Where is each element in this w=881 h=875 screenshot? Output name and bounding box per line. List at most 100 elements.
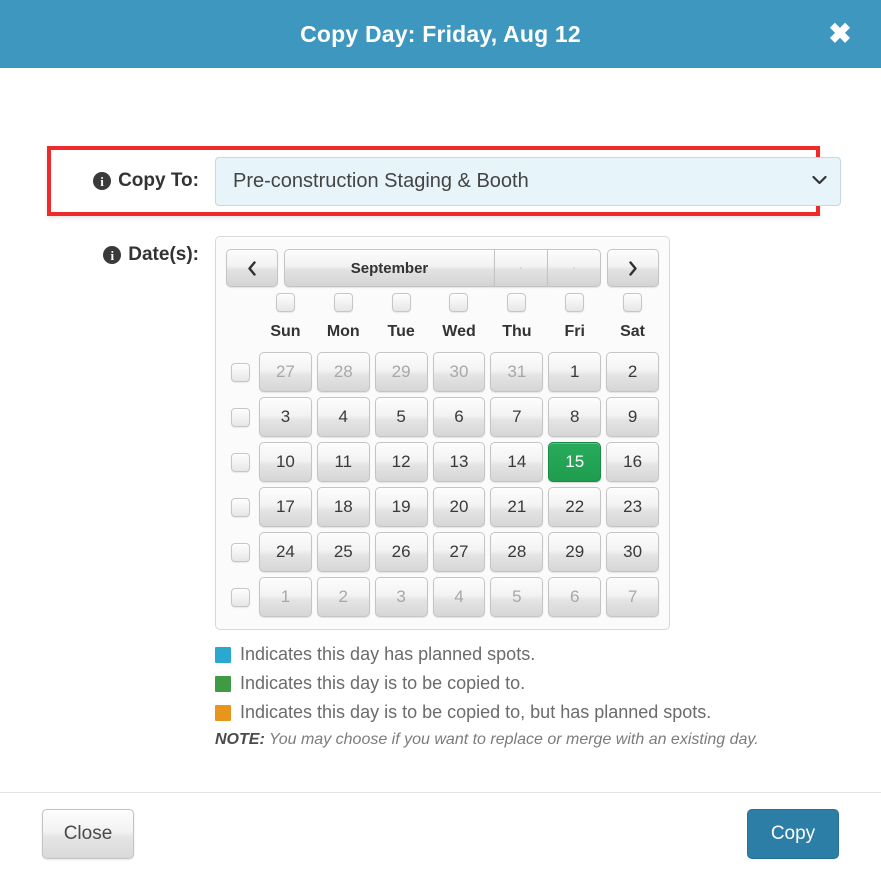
calendar-day[interactable]: 3 (259, 397, 312, 437)
info-icon: i (93, 172, 112, 190)
calendar-day[interactable]: 1 (259, 577, 312, 617)
close-icon[interactable]: ✖ (823, 17, 857, 51)
calendar-day[interactable]: 10 (259, 442, 312, 482)
column-checkbox-sat[interactable] (623, 293, 643, 312)
row-checkbox-week-3[interactable] (230, 452, 250, 472)
calendar-day[interactable]: 2 (316, 577, 370, 617)
row-checkbox-cell (226, 362, 254, 382)
calendar-day[interactable]: 9 (606, 397, 659, 437)
dow-header: Sat (620, 323, 646, 340)
month-year-group: September · · (284, 249, 601, 287)
calendar-day[interactable]: 27 (259, 352, 312, 392)
date-picker-calendar: September · · Sun Mon Tue Wed Thu Fri Sat 27 28 2… (215, 236, 670, 630)
calendar-day[interactable]: 6 (548, 577, 602, 617)
legend-note-prefix: NOTE: (215, 731, 265, 748)
dow-header: Thu (502, 323, 532, 340)
calendar-day[interactable]: 6 (432, 397, 486, 437)
column-checkbox-fri[interactable] (565, 293, 585, 312)
chevron-left-icon (248, 260, 256, 276)
column-checkbox-tue[interactable] (391, 293, 411, 312)
legend-note-text: You may choose if you want to replace or… (264, 731, 759, 748)
legend-label: Indicates this day has planned spots. (240, 644, 536, 664)
calendar-day[interactable]: 23 (606, 487, 659, 527)
calendar-day[interactable]: 4 (316, 397, 370, 437)
row-checkbox-cell (226, 587, 254, 607)
calendar-grid: Sun Mon Tue Wed Thu Fri Sat 27 28 29 30 31 1 2 3 4 5 6 7 8 9… (226, 293, 659, 617)
year-segment-a[interactable]: · (494, 249, 547, 287)
legend-item: Indicates this day has planned spots. (215, 644, 855, 665)
calendar-day[interactable]: 26 (374, 532, 428, 572)
column-checkbox-cell (548, 293, 601, 312)
calendar-day[interactable]: 29 (548, 532, 602, 572)
calendar-day[interactable]: 20 (432, 487, 486, 527)
copy-to-select-wrap: Pre-construction Staging & Booth (215, 156, 841, 206)
legend-item: Indicates this day is to be copied to. (215, 673, 855, 694)
calendar-day[interactable]: 11 (316, 442, 370, 482)
dates-label: i Date(s): (0, 236, 215, 266)
calendar-day[interactable]: 13 (432, 442, 486, 482)
column-checkbox-cell (259, 293, 312, 312)
calendar-day[interactable]: 17 (259, 487, 312, 527)
calendar-day[interactable]: 5 (490, 577, 544, 617)
close-button[interactable]: Close (42, 809, 134, 859)
calendar-day[interactable]: 7 (606, 577, 659, 617)
calendar-day[interactable]: 7 (490, 397, 544, 437)
calendar-day[interactable]: 28 (490, 532, 544, 572)
row-checkbox-week-2[interactable] (230, 407, 250, 427)
row-checkbox-week-4[interactable] (230, 497, 250, 517)
dates-label-text: Date(s): (128, 244, 199, 265)
modal-footer: Close Copy (0, 792, 881, 875)
copy-button[interactable]: Copy (747, 809, 839, 859)
chevron-right-icon (629, 260, 637, 276)
column-checkbox-cell (317, 293, 370, 312)
prev-month-button[interactable] (226, 249, 278, 287)
calendar-legend: Indicates this day has planned spots. Ind… (215, 644, 855, 749)
calendar-day[interactable]: 12 (374, 442, 428, 482)
column-checkbox-cell (433, 293, 486, 312)
calendar-day[interactable]: 30 (432, 352, 486, 392)
calendar-day[interactable]: 15 (548, 442, 602, 482)
calendar-day[interactable]: 22 (548, 487, 602, 527)
modal-header: Copy Day: Friday, Aug 12 ✖ (0, 0, 881, 68)
legend-item: Indicates this day is to be copied to, b… (215, 702, 855, 723)
legend-label: Indicates this day is to be copied to, b… (240, 702, 712, 722)
calendar-day[interactable]: 5 (374, 397, 428, 437)
row-checkbox-cell (226, 452, 254, 472)
copy-day-modal: Copy Day: Friday, Aug 12 ✖ i Copy To: Pr… (0, 0, 881, 875)
calendar-day[interactable]: 31 (490, 352, 544, 392)
calendar-day[interactable]: 3 (374, 577, 428, 617)
month-label[interactable]: September (284, 249, 494, 287)
calendar-nav: September · · (226, 247, 659, 293)
column-checkbox-wed[interactable] (449, 293, 469, 312)
calendar-day[interactable]: 2 (606, 352, 659, 392)
calendar-day[interactable]: 19 (374, 487, 428, 527)
legend-note: NOTE: You may choose if you want to repl… (215, 731, 855, 749)
calendar-day[interactable]: 25 (316, 532, 370, 572)
dow-header: Tue (387, 323, 415, 340)
next-month-button[interactable] (607, 249, 659, 287)
copy-to-select[interactable]: Pre-construction Staging & Booth (215, 156, 841, 206)
calendar-day[interactable]: 24 (259, 532, 312, 572)
row-checkbox-week-6[interactable] (230, 587, 250, 607)
calendar-day[interactable]: 29 (374, 352, 428, 392)
calendar-day[interactable]: 27 (432, 532, 486, 572)
row-checkbox-week-5[interactable] (230, 542, 250, 562)
column-checkbox-mon[interactable] (333, 293, 353, 312)
column-checkbox-cell (375, 293, 428, 312)
row-checkbox-week-1[interactable] (230, 362, 250, 382)
copy-to-label: i Copy To: (0, 170, 215, 192)
calendar-day[interactable]: 1 (548, 352, 602, 392)
column-checkbox-cell (606, 293, 659, 312)
calendar-day[interactable]: 18 (316, 487, 370, 527)
calendar-day[interactable]: 16 (606, 442, 659, 482)
calendar-day[interactable]: 4 (432, 577, 486, 617)
calendar-day[interactable]: 21 (490, 487, 544, 527)
calendar-day[interactable]: 8 (548, 397, 602, 437)
column-checkbox-sun[interactable] (275, 293, 295, 312)
calendar-day[interactable]: 28 (316, 352, 370, 392)
calendar-day[interactable]: 14 (490, 442, 544, 482)
column-checkbox-thu[interactable] (507, 293, 527, 312)
calendar-day[interactable]: 30 (606, 532, 659, 572)
year-segment-b[interactable]: · (547, 249, 601, 287)
dates-content: September · · Sun Mon Tue Wed Thu Fri Sat 27 28 2… (215, 236, 855, 749)
